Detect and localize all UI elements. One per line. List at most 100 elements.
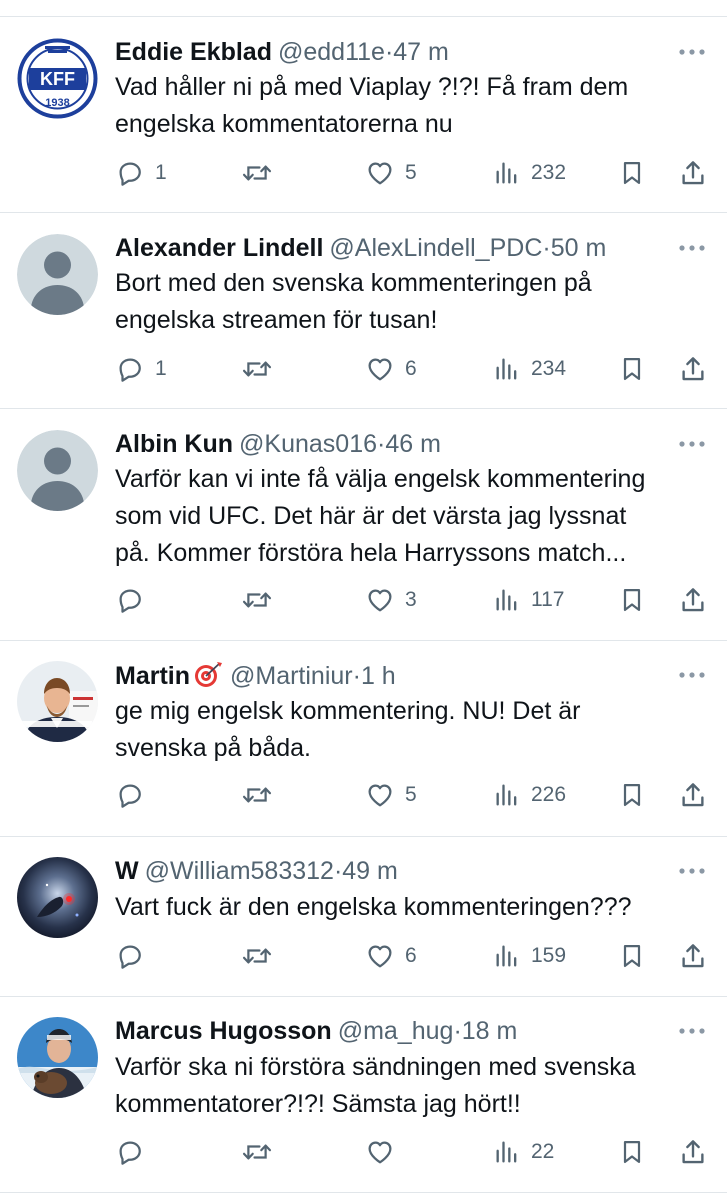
timestamp[interactable]: 46 m xyxy=(385,430,441,458)
display-name[interactable]: Eddie Ekblad xyxy=(115,38,272,66)
reply-count: 1 xyxy=(155,161,167,184)
display-name[interactable]: Martin xyxy=(115,662,190,690)
reply-button[interactable] xyxy=(115,583,155,617)
handle[interactable]: @Kunas016 xyxy=(239,430,377,458)
display-name[interactable]: Alexander Lindell xyxy=(115,234,323,262)
like-button[interactable]: 5 xyxy=(365,778,417,812)
timestamp[interactable]: 47 m xyxy=(393,38,449,66)
heart-icon xyxy=(368,162,392,185)
more-dots-icon xyxy=(679,672,705,678)
tweet-header: W @William583312·49 m xyxy=(115,856,667,886)
share-button[interactable] xyxy=(678,156,708,190)
tweet[interactable]: Martin @Martiniur·1 h ge mig engelsk komm… xyxy=(0,641,727,837)
like-button[interactable] xyxy=(365,1135,405,1169)
retweet-button[interactable] xyxy=(241,1135,283,1169)
more-dots-icon xyxy=(679,245,705,251)
separator-dot: · xyxy=(542,234,551,262)
tweet-text-line: engelska kommentatorerna nu xyxy=(115,110,453,138)
timestamp[interactable]: 1 h xyxy=(361,662,396,690)
share-button[interactable] xyxy=(678,939,708,973)
retweet-button[interactable] xyxy=(241,583,283,617)
profile-photo-icon xyxy=(17,857,98,938)
tweet-text-line: ge mig engelsk kommentering. NU! Det är xyxy=(115,697,581,725)
handle[interactable]: @edd11e xyxy=(278,38,385,66)
like-button[interactable]: 6 xyxy=(365,939,417,973)
retweet-button[interactable] xyxy=(241,939,283,973)
timestamp[interactable]: 50 m xyxy=(551,234,607,262)
display-name[interactable]: Marcus Hugosson xyxy=(115,1017,332,1045)
avatar[interactable] xyxy=(17,430,98,511)
more-options-button[interactable] xyxy=(677,660,707,690)
avatar[interactable] xyxy=(17,661,98,742)
heart-icon xyxy=(368,358,392,381)
bookmark-button[interactable] xyxy=(618,352,646,386)
timestamp[interactable]: 49 m xyxy=(342,857,398,885)
views-button[interactable]: 22 xyxy=(493,1135,554,1169)
display-name[interactable]: Albin Kun xyxy=(115,430,233,458)
reply-count: 1 xyxy=(155,357,167,380)
reply-button[interactable]: 1 xyxy=(115,156,167,190)
reply-button[interactable] xyxy=(115,939,155,973)
reply-button[interactable]: 1 xyxy=(115,352,167,386)
bookmark-button[interactable] xyxy=(618,583,646,617)
like-button[interactable]: 3 xyxy=(365,583,417,617)
share-button[interactable] xyxy=(678,583,708,617)
retweet-icon xyxy=(242,592,272,608)
views-count: 159 xyxy=(531,944,567,967)
display-name[interactable]: W xyxy=(115,857,139,885)
timestamp[interactable]: 18 m xyxy=(462,1017,518,1045)
views-count: 22 xyxy=(531,1140,555,1163)
bookmark-button[interactable] xyxy=(618,156,646,190)
avatar[interactable] xyxy=(17,857,98,938)
views-button[interactable]: 159 xyxy=(493,939,566,973)
tweet-text-line: svenska på båda. xyxy=(115,734,311,762)
retweet-button[interactable] xyxy=(241,778,283,812)
like-button[interactable]: 5 xyxy=(365,156,417,190)
views-button[interactable]: 234 xyxy=(493,352,566,386)
more-options-button[interactable] xyxy=(677,233,707,263)
bookmark-button[interactable] xyxy=(618,939,646,973)
views-chart-icon xyxy=(496,784,517,806)
more-options-button[interactable] xyxy=(677,429,707,459)
tweet[interactable]: KFF 1938 Eddie Ekblad @edd11e·47 m Vad hå… xyxy=(0,17,727,213)
like-count: 5 xyxy=(405,161,417,184)
tweet-text: Vad håller ni på med Viaplay ?!?! Få fra… xyxy=(115,69,710,143)
avatar[interactable]: KFF 1938 xyxy=(17,38,98,119)
share-button[interactable] xyxy=(678,1135,708,1169)
tweet[interactable]: W @William583312·49 m Vart fuck är den en… xyxy=(0,837,727,997)
avatar[interactable] xyxy=(17,234,98,315)
tweet[interactable]: Marcus Hugosson @ma_hug·18 m Varför ska n… xyxy=(0,997,727,1193)
more-options-button[interactable] xyxy=(677,856,707,886)
views-button[interactable]: 226 xyxy=(493,778,566,812)
handle[interactable]: @William583312 xyxy=(145,857,334,885)
handle[interactable]: @ma_hug xyxy=(338,1017,454,1045)
separator-dot: · xyxy=(352,662,361,690)
handle[interactable]: @Martiniur xyxy=(230,662,353,690)
retweet-button[interactable] xyxy=(241,352,283,386)
tweet-text: Varför ska ni förstöra sändningen med sv… xyxy=(115,1049,710,1123)
tweet-text-line: Vart fuck är den engelska kommenteringen… xyxy=(115,893,632,921)
share-button[interactable] xyxy=(678,778,708,812)
default-profile-icon xyxy=(17,430,98,511)
more-options-button[interactable] xyxy=(677,37,707,67)
views-button[interactable]: 232 xyxy=(493,156,566,190)
tweet[interactable]: Alexander Lindell @AlexLindell_PDC·50 m B… xyxy=(0,213,727,409)
more-options-button[interactable] xyxy=(677,1016,707,1046)
tweet[interactable]: Albin Kun @Kunas016·46 m Varför kan vi in… xyxy=(0,409,727,641)
views-count: 226 xyxy=(531,783,567,806)
views-chart-icon xyxy=(496,589,517,611)
avatar[interactable] xyxy=(17,1017,98,1098)
tweet-header: Eddie Ekblad @edd11e·47 m xyxy=(115,37,667,67)
reply-button[interactable] xyxy=(115,778,155,812)
views-button[interactable]: 117 xyxy=(493,583,564,617)
retweet-button[interactable] xyxy=(241,156,283,190)
tweet-text-line: på. Kommer förstöra hela Harryssons matc… xyxy=(115,539,627,567)
bookmark-button[interactable] xyxy=(618,1135,646,1169)
reply-button[interactable] xyxy=(115,1135,155,1169)
profile-photo-icon xyxy=(17,661,98,742)
like-button[interactable]: 6 xyxy=(365,352,417,386)
share-button[interactable] xyxy=(678,352,708,386)
bookmark-button[interactable] xyxy=(618,778,646,812)
more-dots-icon xyxy=(679,868,705,874)
handle[interactable]: @AlexLindell_PDC xyxy=(329,234,542,262)
